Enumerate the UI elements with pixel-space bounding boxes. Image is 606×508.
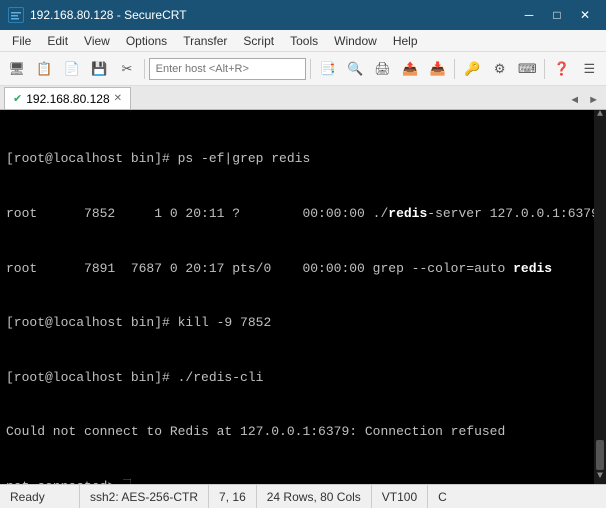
minimize-button[interactable]: ─ [516,5,542,25]
toolbar-btn-4[interactable]: 💾 [87,56,113,82]
toolbar-btn-print[interactable]: 🖨 [370,56,396,82]
terminal-content: [root@localhost bin]# ps -ef|grep redis … [6,114,600,484]
tab-nav-left[interactable]: ◄ [566,93,583,107]
host-input[interactable] [149,58,306,80]
toolbar-btn-search[interactable]: 🔍 [342,56,368,82]
toolbar-btn-3[interactable]: 📄 [59,56,85,82]
title-controls: ─ □ ✕ [516,5,598,25]
status-dimensions: 24 Rows, 80 Cols [257,485,372,508]
terminal-line-3: root 7891 7687 0 20:17 pts/0 00:00:00 gr… [6,260,600,278]
title-bar-left: 192.168.80.128 - SecureCRT [8,7,187,23]
terminal-line-7: not connected> █ [6,478,600,484]
terminal-line-2: root 7852 1 0 20:11 ? 00:00:00 ./redis-s… [6,205,600,223]
status-encryption: ssh2: AES-256-CTR [80,485,209,508]
toolbar-btn-copy[interactable]: 📑 [315,56,341,82]
toolbar-btn-settings[interactable]: ⚙ [487,56,513,82]
tab-close-btn[interactable]: ✕ [114,93,122,104]
toolbar-btn-5[interactable]: ✂ [114,56,140,82]
tab-nav-right[interactable]: ► [585,93,602,107]
status-position: 7, 16 [209,485,257,508]
toolbar-btn-list[interactable]: ☰ [577,56,603,82]
toolbar-separator-1 [144,59,145,79]
toolbar-btn-cursor[interactable]: ⌨ [514,56,540,82]
toolbar-separator-2 [310,59,311,79]
menu-view[interactable]: View [76,32,118,50]
toolbar-btn-s1[interactable]: 📤 [397,56,423,82]
toolbar-btn-key[interactable]: 🔑 [459,56,485,82]
terminal-line-6: Could not connect to Redis at 127.0.0.1:… [6,423,600,441]
session-tab[interactable]: ✔ 192.168.80.128 ✕ [4,87,131,109]
status-ready: Ready [0,485,80,508]
title-bar: 192.168.80.128 - SecureCRT ─ □ ✕ [0,0,606,30]
toolbar-btn-help[interactable]: ❓ [549,56,575,82]
tab-label: 192.168.80.128 [26,92,109,106]
status-terminal: VT100 [372,485,428,508]
scroll-down-arrow[interactable]: ▼ [597,472,603,482]
terminal-line-4: [root@localhost bin]# kill -9 7852 [6,314,600,332]
tab-bar: ✔ 192.168.80.128 ✕ ◄ ► [0,86,606,110]
menu-help[interactable]: Help [385,32,426,50]
menu-script[interactable]: Script [235,32,282,50]
menu-file[interactable]: File [4,32,39,50]
maximize-button[interactable]: □ [544,5,570,25]
toolbar-btn-2[interactable]: 📋 [32,56,58,82]
menu-edit[interactable]: Edit [39,32,76,50]
terminal-line-1: [root@localhost bin]# ps -ef|grep redis [6,150,600,168]
toolbar-separator-4 [544,59,545,79]
terminal-area[interactable]: [root@localhost bin]# ps -ef|grep redis … [0,110,606,484]
tab-check-icon: ✔ [13,92,22,105]
status-extra: C [428,485,457,508]
window-title: 192.168.80.128 - SecureCRT [30,8,187,22]
toolbar-btn-1[interactable]: 🖥 [4,56,30,82]
menu-window[interactable]: Window [326,32,385,50]
terminal-line-5: [root@localhost bin]# ./redis-cli [6,369,600,387]
toolbar-btn-s2[interactable]: 📥 [425,56,451,82]
close-button[interactable]: ✕ [572,5,598,25]
menu-tools[interactable]: Tools [282,32,326,50]
app-icon [8,7,24,23]
toolbar: 🖥 📋 📄 💾 ✂ 📑 🔍 🖨 📤 📥 🔑 ⚙ ⌨ ❓ ☰ [0,52,606,86]
vertical-scrollbar[interactable]: ▲ ▼ [594,110,606,484]
status-bar: Ready ssh2: AES-256-CTR 7, 16 24 Rows, 8… [0,484,606,508]
scrollbar-thumb[interactable] [596,440,604,470]
menu-bar: File Edit View Options Transfer Script T… [0,30,606,52]
tab-nav: ◄ ► [566,93,602,109]
menu-options[interactable]: Options [118,32,175,50]
toolbar-separator-3 [454,59,455,79]
menu-transfer[interactable]: Transfer [175,32,235,50]
scroll-up-arrow[interactable]: ▲ [597,110,603,120]
